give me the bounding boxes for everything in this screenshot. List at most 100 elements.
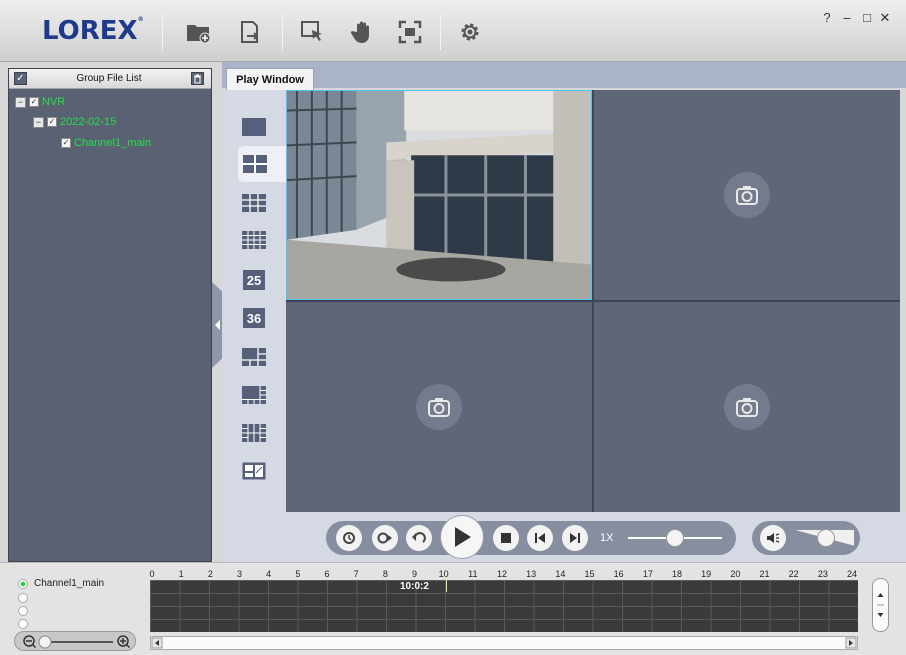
timeline-hour-label: 1 (178, 569, 184, 579)
layout-16-icon (242, 231, 266, 249)
help-button[interactable]: ? (818, 10, 836, 25)
layout-selector: 25 36 (222, 90, 286, 562)
undo-icon (412, 532, 426, 543)
timeline-hour-label: 11 (468, 569, 478, 579)
layout-25-button[interactable]: 25 (238, 265, 270, 295)
layout-9-button[interactable] (238, 188, 270, 218)
volume-slider-handle[interactable] (817, 529, 835, 547)
maximize-button[interactable]: □ (858, 10, 876, 25)
timeline-hour-label: 18 (671, 569, 682, 579)
scroll-arrows-icon (877, 593, 884, 617)
layout-4-button[interactable] (238, 146, 286, 182)
layout-13-button[interactable] (238, 418, 270, 448)
timeline-hour-label: 14 (555, 569, 566, 579)
layout-4-icon (243, 155, 267, 173)
trash-icon (194, 74, 201, 83)
lorex-logo: LOREX® (42, 16, 144, 46)
nvr-checkbox[interactable]: ✓ (29, 97, 39, 107)
channel-radio-selected[interactable] (18, 578, 28, 589)
tree-item-date[interactable]: − ✓ 2022-02-15 (33, 112, 116, 132)
video-cell-2[interactable] (594, 90, 900, 300)
timeline-hour-label: 19 (701, 569, 712, 579)
file-export-icon (241, 21, 259, 43)
timeline-hour-label: 2 (207, 569, 213, 579)
timeline-channel-row[interactable]: Channel1_main (18, 578, 104, 589)
layout-9-icon (242, 194, 266, 212)
mute-button[interactable] (760, 525, 786, 551)
camera-icon (416, 384, 462, 430)
delete-button[interactable] (191, 72, 204, 85)
video-cell-4[interactable] (594, 302, 900, 512)
speed-slider-handle[interactable] (666, 529, 684, 547)
video-grid (286, 90, 900, 512)
channel-checkbox[interactable]: ✓ (61, 138, 71, 148)
prev-frame-button[interactable] (527, 525, 553, 551)
timeline-hour-label: 15 (584, 569, 595, 579)
layout-8-icon (242, 386, 266, 404)
timeline-hour-label: 20 (730, 569, 741, 579)
async-icon (377, 532, 392, 544)
scroll-arrows-icon (151, 637, 857, 649)
select-all-checkbox[interactable]: ✓ (14, 72, 27, 85)
layout-custom-button[interactable] (238, 456, 270, 486)
zoom-slider[interactable] (15, 632, 137, 652)
layout-36-button[interactable]: 36 (238, 303, 270, 333)
timeline-hour-label: 7 (353, 569, 359, 579)
timeline-horizontal-scrollbar[interactable] (150, 636, 858, 650)
layout-1-button[interactable] (238, 112, 270, 142)
settings-button[interactable] (456, 18, 484, 46)
tree-item-label: Channel1_main (74, 137, 152, 149)
timeline-hour-label: 16 (613, 569, 624, 579)
channel-radio[interactable] (18, 593, 28, 603)
collapse-toggle[interactable]: − (33, 116, 44, 128)
timeline-hour-label: 13 (526, 569, 537, 579)
layout-custom-icon (242, 462, 266, 480)
tab-strip (222, 62, 906, 88)
timeline-hour-label: 17 (642, 569, 653, 579)
layout-16-button[interactable] (238, 225, 270, 255)
group-file-list-header: ✓ Group File List (9, 69, 211, 89)
add-folder-button[interactable] (184, 18, 212, 46)
timeline-hour-label: 23 (817, 569, 828, 579)
fullscreen-icon (398, 20, 422, 44)
video-cell-1[interactable] (286, 90, 592, 300)
reverse-play-button[interactable] (406, 525, 432, 551)
timeline-grid[interactable] (150, 580, 858, 632)
select-cursor-button[interactable] (298, 18, 326, 46)
gear-icon (461, 23, 479, 41)
export-file-button[interactable] (236, 18, 264, 46)
layout-6-button[interactable] (238, 342, 270, 372)
play-button[interactable] (440, 515, 484, 559)
layout-36-label: 36 (243, 308, 265, 328)
channel-radio[interactable] (18, 606, 28, 616)
minimize-button[interactable]: – (838, 10, 856, 25)
sync-playback-button[interactable] (336, 525, 362, 551)
toolbar-divider (282, 14, 283, 50)
channel-radio[interactable] (18, 619, 28, 629)
timeline-cursor[interactable] (446, 578, 447, 592)
timeline-hour-label: 22 (788, 569, 799, 579)
layout-6-icon (242, 348, 266, 366)
video-cell-3[interactable] (286, 302, 592, 512)
stop-button[interactable] (493, 525, 519, 551)
collapse-toggle[interactable]: − (15, 96, 26, 108)
tree-item-channel[interactable]: ✓ Channel1_main (61, 133, 151, 153)
tab-play-window[interactable]: Play Window (226, 68, 314, 90)
tree-item-label: NVR (42, 96, 66, 108)
tree-item-nvr[interactable]: − ✓ NVR (15, 92, 65, 112)
fullscreen-button[interactable] (396, 18, 424, 46)
pan-hand-button[interactable] (348, 18, 376, 46)
async-playback-button[interactable] (372, 525, 398, 551)
camera-icon (724, 384, 770, 430)
close-button[interactable]: ✕ (876, 10, 894, 26)
step-back-icon (535, 533, 545, 543)
date-checkbox[interactable]: ✓ (47, 117, 57, 127)
step-forward-icon (570, 533, 580, 543)
layout-8-button[interactable] (238, 380, 270, 410)
timeline-hour-label: 3 (236, 569, 242, 579)
playback-speed-label: 1X (600, 532, 614, 544)
next-frame-button[interactable] (562, 525, 588, 551)
timeline-vertical-scrollbar[interactable] (872, 578, 889, 632)
hand-icon (350, 21, 369, 43)
timeline-hour-label: 12 (496, 569, 507, 579)
